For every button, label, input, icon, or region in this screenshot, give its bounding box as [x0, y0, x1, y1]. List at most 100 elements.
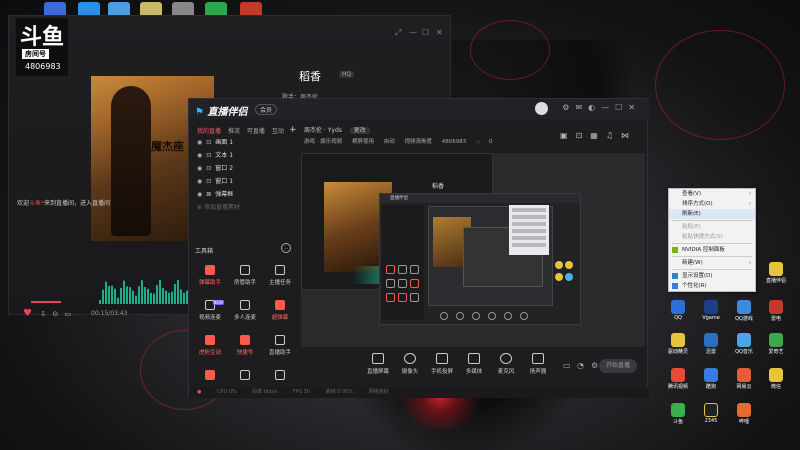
tool-super-danmu[interactable]: 超弹幕	[263, 300, 297, 330]
like-icon[interactable]: ♥	[23, 308, 32, 319]
layout-icon[interactable]: ▦	[590, 131, 606, 140]
share-icon[interactable]: ⋈	[621, 131, 637, 140]
desktop-icon[interactable]: QQ游戏	[728, 300, 760, 322]
menu-sort[interactable]: 排序方式(O) ›	[669, 199, 755, 209]
desktop-icon[interactable]: 酷狗	[695, 368, 727, 390]
tag-select[interactable]: 自动	[384, 139, 395, 145]
play-progress[interactable]	[31, 301, 61, 303]
start-live-button[interactable]: 开始直播	[599, 359, 637, 373]
menu-nvidia[interactable]: NVIDIA 控制面板	[669, 245, 755, 255]
unlock-icon[interactable]: ⊡	[206, 139, 211, 146]
eye-icon[interactable]: ◉	[197, 178, 202, 185]
scene-item[interactable]: ◉ ⊡ 窗口 1	[193, 176, 298, 189]
tab-interact[interactable]: 互动	[272, 128, 284, 135]
minimize-icon[interactable]: —	[601, 103, 615, 112]
member-badge[interactable]: 会员	[255, 104, 278, 115]
category-select[interactable]: 游戏 · 娱乐视频	[304, 139, 342, 145]
add-scene-item[interactable]: ⊕ 添加直播素材	[193, 202, 298, 215]
menu-paste[interactable]: 粘贴(P)	[669, 222, 755, 232]
bell-icon[interactable]: ♫	[606, 131, 621, 140]
unlock-icon[interactable]: ⊡	[206, 165, 211, 172]
settings-icon[interactable]: ⚙	[562, 103, 575, 112]
screenshot-icon[interactable]: ▣	[560, 131, 576, 140]
tool-beauty[interactable]	[263, 370, 297, 385]
record-icon[interactable]: ▭	[563, 361, 571, 370]
menu-separator	[672, 256, 752, 257]
skin-icon[interactable]: ◐	[588, 103, 601, 112]
desktop-icon[interactable]: 迅雷	[695, 333, 727, 355]
desktop-icon[interactable]: 哔哩	[728, 403, 760, 425]
mail-icon[interactable]: ✉	[575, 103, 588, 112]
maximize-icon[interactable]: ☐	[422, 28, 429, 37]
spectrum-bar	[102, 289, 104, 304]
timer-icon[interactable]: ◔	[577, 361, 584, 370]
tool-video-link[interactable]: NEW 视频连麦	[193, 300, 227, 330]
unlock-icon[interactable]: ⊡	[206, 152, 211, 159]
more-icon[interactable]: …	[281, 243, 291, 253]
lock-icon[interactable]: ⊠	[206, 191, 211, 198]
menu-display[interactable]: 显示设置(D)	[669, 271, 755, 281]
maximize-icon[interactable]: ☐	[615, 103, 628, 112]
eye-icon[interactable]: ◉	[197, 165, 202, 172]
eye-icon[interactable]: ◉	[197, 139, 202, 146]
scene-item[interactable]: ◉ ⊠ 弹幕框	[193, 189, 298, 202]
speaker-button[interactable]: 扬声器	[523, 353, 553, 375]
quality-select[interactable]: 视频清晰度	[405, 139, 433, 145]
tool-quick[interactable]: 快捷号	[228, 335, 262, 365]
room-edit-button[interactable]: 更改	[349, 127, 370, 134]
share-icon[interactable]: ⊙	[52, 310, 58, 318]
tool-multi-link[interactable]: 多人连麦	[228, 300, 262, 330]
settings-icon[interactable]: ⚙	[591, 361, 598, 370]
menu-refresh[interactable]: 刷新(E)	[669, 209, 755, 219]
tool-tasks[interactable]: 主播任务	[263, 265, 297, 295]
tool-danmu-helper[interactable]: 弹幕助手	[193, 265, 227, 295]
close-icon[interactable]: ✕	[628, 103, 641, 112]
eye-icon[interactable]: ◉	[197, 152, 202, 159]
tab-push[interactable]: 推流	[228, 128, 240, 135]
tab-my-live[interactable]: 我的直播	[197, 128, 221, 135]
desktop-icon[interactable]: 斗鱼	[662, 403, 694, 425]
menu-view[interactable]: 查看(V) ›	[669, 189, 755, 199]
lock-icon[interactable]: ⊡	[576, 131, 591, 140]
desktop-icon[interactable]: 微信	[760, 368, 792, 390]
menu-paste-shortcut[interactable]: 粘贴快捷方式(S)	[669, 232, 755, 242]
add-scene-icon[interactable]: +	[289, 125, 297, 135]
download-icon[interactable]: ⇩	[40, 310, 46, 318]
tool-room-admin[interactable]: 房管助手	[228, 265, 262, 295]
desktop-icon[interactable]: 网易云	[728, 368, 760, 390]
menu-new[interactable]: 新建(W) ›	[669, 258, 755, 268]
desktop-icon[interactable]: 直播伴侣	[760, 262, 792, 284]
unlock-icon[interactable]: ⊡	[206, 178, 211, 185]
scene-item[interactable]: ◉ ⊡ 文本 1	[193, 150, 298, 163]
tool-danmu-sticker[interactable]	[193, 370, 227, 385]
mode-select[interactable]: 横屏使用	[352, 139, 374, 145]
avatar[interactable]	[535, 102, 548, 115]
scene-item[interactable]: ◉ ⊡ 窗口 2	[193, 163, 298, 176]
desktop-icon[interactable]: 爱奇艺	[760, 333, 792, 355]
desktop-icon[interactable]: 腾讯视频	[662, 368, 694, 390]
comment-icon[interactable]: ▭	[64, 310, 71, 318]
desktop-icon[interactable]: QQ音乐	[728, 333, 760, 355]
tool-fan-interact[interactable]: 虎粉互动	[193, 335, 227, 365]
desktop-icon[interactable]: Vgame	[695, 300, 727, 321]
eye-icon[interactable]: ◉	[197, 191, 202, 198]
live-preview[interactable]: 稻香 直播伴侣	[301, 153, 645, 347]
camera-source-button[interactable]: 摄像头	[395, 353, 425, 375]
menu-personalize[interactable]: 个性化(R)	[669, 281, 755, 291]
media-source-button[interactable]: 多媒体	[459, 353, 489, 375]
tab-can-live[interactable]: 可直播	[247, 128, 265, 135]
desktop-icon[interactable]: 驱动精灵	[662, 333, 694, 355]
desktop-icon[interactable]: QQ	[662, 300, 694, 321]
screen-source-button[interactable]: 直播屏幕	[363, 353, 393, 375]
tool-replay[interactable]	[228, 370, 262, 385]
mic-button[interactable]: 麦克风	[491, 353, 521, 375]
fullscreen-icon[interactable]: ⤢	[395, 28, 401, 38]
desktop-icon[interactable]: 雷电	[760, 300, 792, 322]
minimize-icon[interactable]: —	[409, 28, 417, 37]
spectrum-bar	[123, 280, 125, 304]
scene-item[interactable]: ◉ ⊡ 画面 1	[193, 137, 298, 150]
tool-live-helper[interactable]: 直播助手	[263, 335, 297, 365]
close-icon[interactable]: ✕	[436, 28, 443, 37]
phone-cast-button[interactable]: 手机投屏	[427, 353, 457, 375]
desktop-icon[interactable]: 2345	[695, 403, 727, 424]
